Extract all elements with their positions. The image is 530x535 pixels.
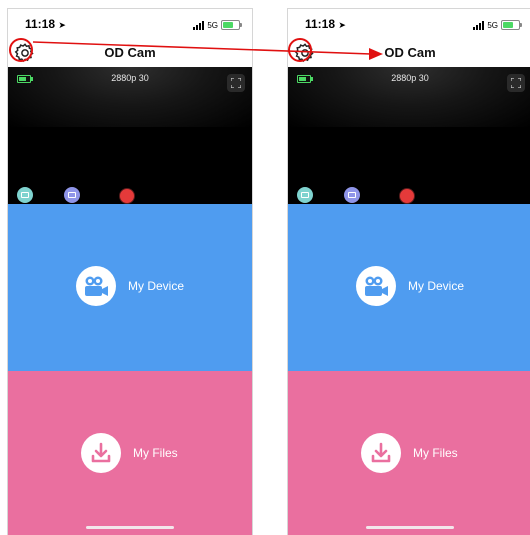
my-device-label: My Device — [128, 279, 185, 293]
phone-screen-right: 11:18 ➤ 5G OD Cam 2880p 30 My Device My … — [287, 8, 530, 535]
my-files-button[interactable]: My Files — [81, 433, 178, 473]
home-indicator[interactable] — [366, 526, 454, 529]
highlight-circle — [9, 38, 33, 62]
download-icon — [91, 442, 111, 463]
battery-icon — [221, 20, 242, 30]
photo-mode-button[interactable] — [64, 187, 80, 203]
battery-icon — [501, 20, 522, 30]
photo-mode-button[interactable] — [344, 187, 360, 203]
page-title: OD Cam — [384, 45, 436, 60]
network-label: 5G — [207, 20, 218, 30]
status-time: 11:18 ➤ — [25, 17, 66, 31]
fullscreen-button[interactable] — [227, 74, 245, 92]
expand-icon — [231, 78, 241, 88]
location-arrow-icon: ➤ — [58, 20, 66, 30]
record-button[interactable] — [399, 188, 415, 204]
my-files-panel[interactable]: My Files — [288, 371, 530, 535]
status-bar: 11:18 ➤ 5G — [288, 9, 530, 39]
nav-bar: OD Cam — [288, 39, 530, 67]
download-icon — [371, 442, 391, 463]
fullscreen-button[interactable] — [507, 74, 525, 92]
photo-icon — [348, 192, 356, 198]
video-camera-icon — [85, 276, 108, 296]
record-button[interactable] — [119, 188, 135, 204]
my-device-button[interactable]: My Device — [356, 266, 464, 306]
expand-icon — [511, 78, 521, 88]
my-files-button[interactable]: My Files — [361, 433, 458, 473]
phone-screen-left: 11:18 ➤ 5G OD Cam 2880p 30 My Device My … — [7, 8, 253, 535]
my-files-label: My Files — [133, 446, 178, 460]
video-mode-button[interactable] — [17, 187, 33, 203]
signal-icon — [193, 20, 205, 30]
home-indicator[interactable] — [86, 526, 174, 529]
my-files-panel[interactable]: My Files — [8, 371, 252, 535]
camera-preview: 2880p 30 — [288, 67, 530, 204]
my-device-button[interactable]: My Device — [76, 266, 184, 306]
resolution-label: 2880p 30 — [391, 73, 429, 83]
resolution-label: 2880p 30 — [111, 73, 149, 83]
location-arrow-icon: ➤ — [338, 20, 346, 30]
photo-icon — [68, 192, 76, 198]
camera-preview: 2880p 30 — [8, 67, 252, 204]
video-camera-icon — [365, 276, 388, 296]
my-device-label: My Device — [408, 279, 465, 293]
page-title: OD Cam — [104, 45, 156, 60]
status-bar: 11:18 ➤ 5G — [8, 9, 252, 39]
signal-icon — [473, 20, 485, 30]
video-mode-button[interactable] — [297, 187, 313, 203]
my-device-panel[interactable]: My Device — [288, 204, 530, 371]
network-label: 5G — [487, 20, 498, 30]
video-icon — [301, 192, 309, 198]
status-time: 11:18 ➤ — [305, 17, 346, 31]
video-icon — [21, 192, 29, 198]
my-device-panel[interactable]: My Device — [8, 204, 252, 371]
highlight-circle — [288, 38, 312, 62]
nav-bar: OD Cam — [8, 39, 252, 67]
my-files-label: My Files — [413, 446, 458, 460]
